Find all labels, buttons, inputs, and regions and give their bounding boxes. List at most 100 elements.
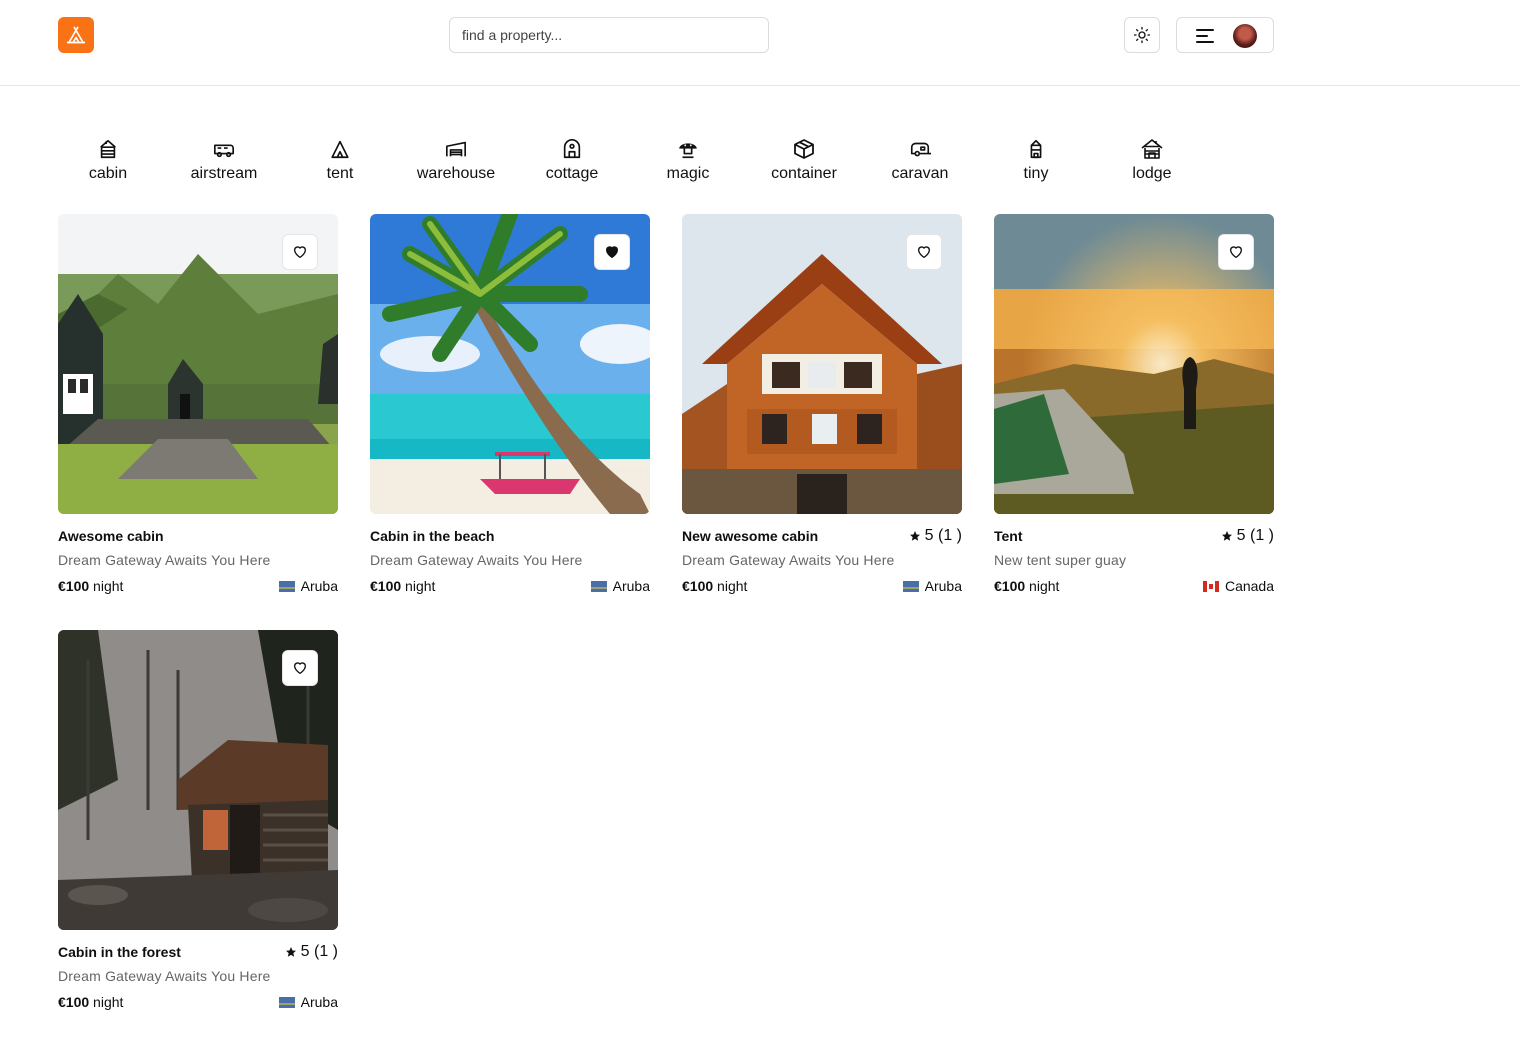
tent-icon — [66, 26, 86, 44]
tiny-icon — [1024, 137, 1048, 161]
price-amount: €100 — [58, 994, 90, 1010]
rating-value: 5 (1 ) — [1236, 527, 1274, 544]
property-card[interactable]: Awesome cabin Dream Gateway Awaits You H… — [58, 214, 338, 594]
category-label: tent — [326, 165, 354, 182]
menu-icon — [1196, 29, 1214, 43]
canada-flag-icon — [1202, 580, 1219, 592]
home-logo[interactable] — [58, 17, 94, 53]
country-name: Aruba — [924, 578, 962, 594]
container-icon — [792, 137, 816, 161]
favorite-button[interactable] — [906, 234, 942, 270]
search-input[interactable] — [449, 17, 769, 53]
country-name: Canada — [1224, 578, 1274, 594]
property-price: €100 night — [58, 994, 123, 1010]
property-country: Aruba — [278, 994, 338, 1010]
property-country: Canada — [1202, 578, 1274, 594]
property-title[interactable]: Awesome cabin — [58, 528, 164, 544]
property-image[interactable] — [370, 214, 650, 514]
heart-icon — [1230, 246, 1242, 258]
property-country: Aruba — [278, 578, 338, 594]
price-unit: night — [405, 578, 436, 594]
warehouse-icon — [444, 137, 468, 161]
property-card[interactable]: New awesome cabin 5 (1 ) Dream Gateway A… — [682, 214, 962, 594]
property-rating: 5 (1 ) — [1221, 527, 1274, 545]
country-name: Aruba — [300, 994, 338, 1010]
country-name: Aruba — [612, 578, 650, 594]
category-warehouse[interactable]: warehouse — [406, 137, 506, 183]
price-unit: night — [1029, 578, 1060, 594]
heart-filled-icon — [606, 246, 618, 258]
price-unit: night — [93, 578, 124, 594]
category-tiny[interactable]: tiny — [986, 137, 1086, 183]
property-card[interactable]: Cabin in the forest 5 (1 ) Dream Gateway… — [58, 630, 338, 1010]
property-image[interactable] — [58, 630, 338, 930]
category-container[interactable]: container — [754, 137, 854, 183]
sun-icon — [1133, 26, 1151, 44]
property-subtitle: Dream Gateway Awaits You Here — [682, 552, 895, 568]
caravan-icon — [908, 137, 932, 161]
property-price: €100 night — [370, 578, 435, 594]
category-label: cottage — [545, 165, 599, 182]
property-price: €100 night — [682, 578, 747, 594]
property-title[interactable]: Cabin in the beach — [370, 528, 494, 544]
user-menu-button[interactable] — [1176, 17, 1274, 53]
price-amount: €100 — [370, 578, 402, 594]
airstream-icon — [212, 137, 236, 161]
property-title[interactable]: Tent — [994, 528, 1023, 544]
property-subtitle: Dream Gateway Awaits You Here — [58, 968, 271, 984]
cottage-icon — [560, 137, 584, 161]
category-label: container — [771, 165, 837, 182]
avatar — [1233, 24, 1257, 48]
property-subtitle: New tent super guay — [994, 552, 1127, 568]
star-icon — [1221, 531, 1232, 541]
category-label: lodge — [1132, 165, 1172, 182]
category-label: cabin — [88, 165, 128, 182]
property-title[interactable]: New awesome cabin — [682, 528, 818, 544]
category-caravan[interactable]: caravan — [870, 137, 970, 183]
property-price: €100 night — [58, 578, 123, 594]
property-card[interactable]: Tent 5 (1 ) New tent super guay €100 nig… — [994, 214, 1274, 594]
property-title[interactable]: Cabin in the forest — [58, 944, 181, 960]
property-image[interactable] — [58, 214, 338, 514]
category-cottage[interactable]: cottage — [522, 137, 622, 183]
property-rating: 5 (1 ) — [285, 943, 338, 961]
category-label: warehouse — [416, 165, 496, 182]
property-subtitle: Dream Gateway Awaits You Here — [58, 552, 271, 568]
star-icon — [909, 531, 920, 541]
property-image[interactable] — [994, 214, 1274, 514]
property-subtitle: Dream Gateway Awaits You Here — [370, 552, 583, 568]
category-tent[interactable]: tent — [290, 137, 390, 183]
property-card[interactable]: Cabin in the beach Dream Gateway Awaits … — [370, 214, 650, 594]
favorite-button[interactable] — [594, 234, 630, 270]
rating-value: 5 (1 ) — [300, 943, 338, 960]
category-magic[interactable]: magic — [638, 137, 738, 183]
property-country: Aruba — [590, 578, 650, 594]
property-rating: 5 (1 ) — [909, 527, 962, 545]
heart-icon — [918, 246, 930, 258]
magic-icon — [676, 137, 700, 161]
cabin-icon — [96, 137, 120, 161]
category-label: tiny — [1023, 165, 1049, 182]
price-unit: night — [717, 578, 748, 594]
aruba-flag-icon — [278, 996, 295, 1008]
price-unit: night — [93, 994, 124, 1010]
price-amount: €100 — [994, 578, 1026, 594]
category-lodge[interactable]: lodge — [1102, 137, 1202, 183]
favorite-button[interactable] — [1218, 234, 1254, 270]
property-image[interactable] — [682, 214, 962, 514]
price-amount: €100 — [682, 578, 714, 594]
theme-toggle-button[interactable] — [1124, 17, 1160, 53]
top-navbar — [0, 0, 1520, 86]
category-airstream[interactable]: airstream — [174, 137, 274, 183]
price-amount: €100 — [58, 578, 90, 594]
favorite-button[interactable] — [282, 234, 318, 270]
aruba-flag-icon — [590, 580, 607, 592]
property-price: €100 night — [994, 578, 1059, 594]
category-cabin[interactable]: cabin — [58, 137, 158, 183]
favorite-button[interactable] — [282, 650, 318, 686]
heart-icon — [294, 246, 306, 258]
tent-icon — [328, 137, 352, 161]
country-name: Aruba — [300, 578, 338, 594]
rating-value: 5 (1 ) — [924, 527, 962, 544]
category-label: caravan — [891, 165, 949, 182]
